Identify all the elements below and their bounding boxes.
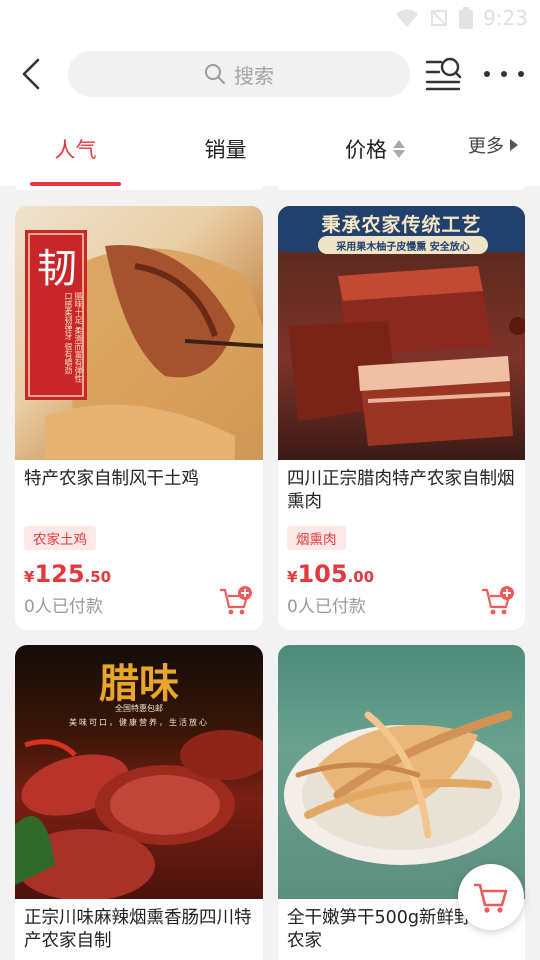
tab-label: 价格 bbox=[345, 138, 387, 162]
back-button[interactable] bbox=[14, 56, 50, 92]
tab-label: 销量 bbox=[204, 138, 247, 162]
image-big-char: 韧 bbox=[37, 246, 77, 292]
product-image bbox=[278, 645, 525, 899]
image-sub-text: 全国特惠包邮 bbox=[115, 704, 163, 713]
cart-plus-icon bbox=[220, 586, 252, 615]
product-image: 腊味 全国特惠包邮 美味可口，健康营养，生活放心 bbox=[15, 645, 263, 899]
product-title: 四川正宗腊肉特产农家自制烟熏肉 bbox=[287, 469, 515, 512]
search-icon bbox=[205, 64, 225, 84]
image-sub-text: 采用果木柚子皮慢熏 安全放心 bbox=[336, 242, 470, 253]
chevron-left-icon bbox=[22, 58, 40, 90]
tab-label: 人气 bbox=[54, 138, 97, 162]
add-to-cart-button[interactable] bbox=[481, 585, 515, 617]
dot-icon bbox=[518, 71, 524, 77]
top-header: 搜索 bbox=[0, 36, 540, 112]
tab-label: 更多 bbox=[468, 136, 504, 157]
product-card[interactable]: 韧 腊味十足 柔滑而富有弹性 口感柔韧弹牙 很有嚼劲 特产农家自制风干土鸡 农家… bbox=[15, 206, 263, 630]
sort-arrows-icon bbox=[393, 140, 405, 158]
search-placeholder: 搜索 bbox=[234, 63, 274, 88]
product-grid: 韧 腊味十足 柔滑而富有弹性 口感柔韧弹牙 很有嚼劲 特产农家自制风干土鸡 农家… bbox=[0, 186, 540, 960]
triangle-right-icon bbox=[510, 139, 518, 151]
list-search-button[interactable] bbox=[424, 56, 462, 92]
search-bar[interactable]: 搜索 bbox=[68, 51, 410, 97]
tab-sales[interactable]: 销量 bbox=[180, 112, 271, 186]
floating-cart-button[interactable] bbox=[458, 864, 524, 930]
dot-icon bbox=[484, 71, 490, 77]
wifi-icon bbox=[396, 9, 419, 27]
previous-card-edge bbox=[15, 186, 263, 190]
product-price: ¥125.50 bbox=[24, 560, 112, 588]
product-image: 韧 腊味十足 柔滑而富有弹性 口感柔韧弹牙 很有嚼劲 bbox=[15, 206, 263, 460]
product-title: 正宗川味麻辣烟熏香肠四川特产农家自制 bbox=[24, 908, 252, 951]
sort-tabs: 人气 销量 价格 更多 bbox=[0, 112, 540, 186]
image-side-text: 腊味十足 柔滑而富有弹性 口感柔韧弹牙 很有嚼劲 bbox=[64, 292, 83, 383]
bamboo-shoots-illustration bbox=[284, 710, 520, 865]
image-banner-text: 秉承农家传统工艺 bbox=[321, 214, 482, 236]
add-to-cart-button[interactable] bbox=[219, 585, 253, 617]
more-options-button[interactable] bbox=[484, 62, 524, 86]
tab-price[interactable]: 价格 bbox=[325, 112, 425, 186]
battery-icon bbox=[459, 7, 474, 29]
status-bar: 9:23 bbox=[0, 0, 540, 36]
image-big-text: 腊味 bbox=[99, 660, 179, 707]
product-tag: 烟熏肉 bbox=[287, 526, 346, 550]
product-tag: 农家土鸡 bbox=[24, 526, 96, 550]
product-card[interactable]: 秉承农家传统工艺 采用果木柚子皮慢熏 安全放心 四川正宗腊肉特产农家自制烟熏肉 … bbox=[278, 206, 525, 630]
list-search-icon bbox=[425, 57, 462, 91]
cart-icon bbox=[474, 883, 508, 913]
no-signal-icon bbox=[431, 10, 448, 26]
tab-popularity[interactable]: 人气 bbox=[30, 112, 121, 186]
product-card[interactable]: 腊味 全国特惠包邮 美味可口，健康营养，生活放心 正宗川味麻辣烟熏香肠四川特产农… bbox=[15, 645, 263, 960]
product-price: ¥105.00 bbox=[287, 560, 375, 588]
tab-more[interactable]: 更多 bbox=[458, 108, 528, 182]
product-image: 秉承农家传统工艺 采用果木柚子皮慢熏 安全放心 bbox=[278, 206, 525, 460]
status-time: 9:23 bbox=[483, 6, 528, 30]
previous-card-edge bbox=[278, 186, 525, 190]
dot-icon bbox=[501, 71, 507, 77]
product-title: 特产农家自制风干土鸡 bbox=[24, 469, 199, 489]
image-line-text: 美味可口，健康营养，生活放心 bbox=[69, 718, 209, 727]
cart-plus-icon bbox=[482, 586, 514, 615]
